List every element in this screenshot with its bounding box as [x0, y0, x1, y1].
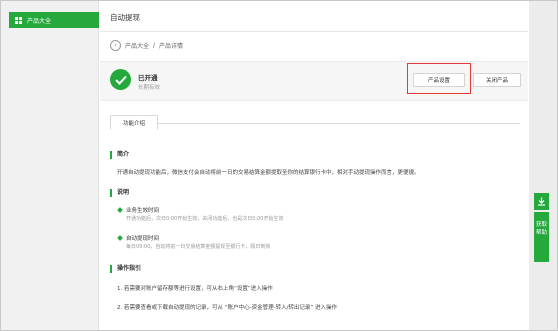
- guide-step: 2. 若需要查看或下载自动提现的记录，可从 “账户中心-资金管理-转入/转出记录…: [117, 305, 338, 311]
- diamond-bullet-icon: [117, 207, 123, 213]
- list-item: 自动提现时间: [117, 234, 160, 242]
- breadcrumb: ‹ 产品大全 / 产品详情: [110, 40, 183, 51]
- list-item: 业务生效时间: [117, 206, 160, 214]
- status-subtitle: 长期有效: [138, 85, 161, 91]
- main-content: 自动提现 ‹ 产品大全 / 产品详情 已开通 长期有效 产品设置 关闭产品 功能…: [100, 1, 528, 330]
- note-title: 业务生效时间: [126, 208, 160, 214]
- note-desc: 每日09:00，自动将前一日交易结算金额提现至银行卡，隔日到账: [126, 244, 271, 250]
- help-label-line2: 帮助: [535, 230, 547, 236]
- sidebar-item-label: 产品大全: [27, 17, 52, 25]
- diamond-bullet-icon: [117, 235, 123, 241]
- breadcrumb-separator: /: [153, 42, 156, 49]
- right-scroll-strip: [529, 1, 557, 330]
- close-product-button[interactable]: 关闭产品: [473, 73, 521, 87]
- guide-step: 1. 若需要对账户留存额等进行设置，可从右上角“设置”进入操作: [117, 286, 273, 292]
- download-icon[interactable]: [534, 193, 549, 210]
- status-band: 已开通 长期有效 产品设置 关闭产品: [100, 61, 528, 101]
- note-desc: 开通功能后，次日0:00开始生效；关闭功能后，也是次日0:00开始生效: [126, 216, 284, 222]
- help-label-line1: 获取: [535, 222, 547, 228]
- sidebar-item-products[interactable]: 产品大全: [9, 12, 99, 28]
- status-title: 已开通: [138, 74, 158, 82]
- breadcrumb-parent[interactable]: 产品大全: [125, 41, 149, 50]
- section-heading-notes: 说明: [110, 189, 129, 197]
- intro-text: 开通自动提现功能后，微信支付会自动将前一日的交易结算金额提取至你的结算银行卡中，…: [117, 170, 420, 176]
- section-heading-guide: 操作指引: [110, 265, 141, 273]
- breadcrumb-current: 产品详情: [159, 43, 184, 50]
- page-title: 自动提现: [110, 13, 140, 22]
- sidebar: 产品大全: [1, 1, 99, 330]
- product-settings-button[interactable]: 产品设置: [413, 73, 465, 87]
- floating-help-toolbar: 获取 帮助: [534, 193, 549, 262]
- check-icon: [110, 69, 131, 90]
- note-title: 自动提现时间: [126, 236, 160, 242]
- divider: [100, 31, 528, 32]
- get-help-button[interactable]: 获取 帮助: [534, 212, 549, 262]
- grid-icon: [15, 16, 22, 24]
- section-heading-intro: 简介: [110, 151, 129, 159]
- tab-feature-intro[interactable]: 功能介绍: [110, 115, 158, 130]
- chevron-left-icon[interactable]: ‹: [110, 40, 121, 51]
- tab-bar: [110, 123, 520, 124]
